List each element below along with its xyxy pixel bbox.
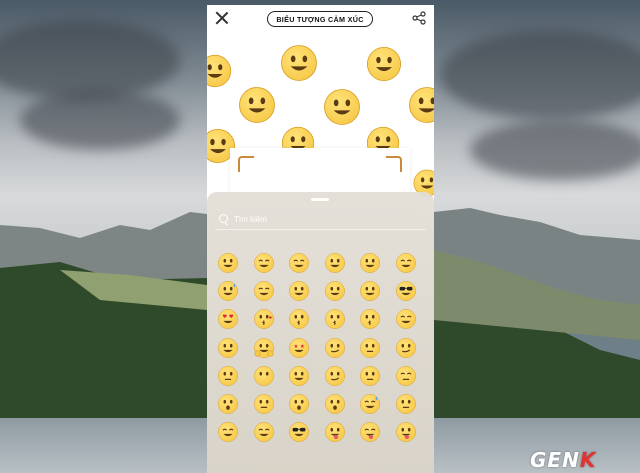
background-emoji-icon [324,89,360,125]
kissing-heart-emoji-icon[interactable] [253,308,277,332]
svg-text:★: ★ [300,343,305,350]
search-bar [215,211,426,230]
frame-corner [238,156,254,172]
kissing-face-emoji-icon[interactable] [324,308,348,332]
wink-emoji-icon[interactable] [288,280,312,304]
surprised-emoji-icon[interactable] [324,393,348,417]
tongue-wink-emoji-icon[interactable] [395,421,419,445]
watermark-logo: GENK [530,448,634,472]
sweat-smile-emoji-icon[interactable] [217,280,241,304]
disappointed-relieved-emoji-icon[interactable] [395,365,419,389]
search-icon [219,214,228,223]
astonished-emoji-icon[interactable] [288,393,312,417]
zany-face-emoji-icon[interactable] [324,252,348,276]
svg-text:★: ★ [294,343,299,350]
raised-eyebrow-emoji-icon[interactable] [395,337,419,361]
emoji-app-screen: BIỂU TƯỢNG CẢM XÚC ★★ [207,5,434,473]
hugging-emoji-icon[interactable] [253,337,277,361]
grinning-emoji-icon[interactable] [359,252,383,276]
star-struck-emoji-icon[interactable]: ★ ★ [288,337,312,361]
background-emoji-icon [409,87,434,123]
background-emoji-icon [281,45,317,81]
beaming-grin-emoji-icon[interactable] [288,252,312,276]
emoji-picker-sheet: ★★ [207,192,434,473]
background-emoji-icon [207,54,232,88]
background-emoji-icon [239,87,275,123]
frame-corner [386,156,402,172]
squint-tongue-emoji-icon[interactable] [359,421,383,445]
zipper-mouth-emoji-icon[interactable] [253,393,277,417]
slight-smile-emoji-icon[interactable] [217,337,241,361]
no-mouth-emoji-icon[interactable] [253,365,277,389]
persevere-emoji-icon[interactable] [359,365,383,389]
sleepy-sweat-emoji-icon[interactable] [359,393,383,417]
share-icon[interactable] [412,11,426,25]
smiling-eyes-emoji-icon[interactable] [395,252,419,276]
hushed-emoji-icon[interactable] [217,393,241,417]
watermark-accent: K [579,448,597,472]
relieved-sigh-emoji-icon[interactable] [253,421,277,445]
drag-handle[interactable] [311,198,329,201]
grinning-emoji-icon[interactable] [217,252,241,276]
search-input[interactable] [234,212,414,226]
laughing-emoji-icon[interactable] [253,280,277,304]
background-emoji-icon [366,46,402,82]
tongue-emoji-icon[interactable] [324,421,348,445]
smirk-emoji-icon[interactable] [324,365,348,389]
sunglasses-emoji-icon[interactable] [395,280,419,304]
relieved-emoji-icon[interactable] [395,308,419,332]
rolling-eyes-emoji-icon[interactable] [288,365,312,389]
emoji-grid: ★ ★ [217,252,427,472]
weary-emoji-icon[interactable] [395,393,419,417]
close-icon[interactable] [215,11,229,25]
nerd-emoji-icon[interactable] [288,421,312,445]
kissing-emoji-icon[interactable] [288,308,312,332]
blush-emoji-icon[interactable] [324,280,348,304]
kissing-closed-eyes-emoji-icon[interactable] [359,308,383,332]
smiling-eyes-emoji-icon[interactable] [253,252,277,276]
page-title: BIỂU TƯỢNG CẢM XÚC [267,11,373,27]
sleeping-emoji-icon[interactable] [217,421,241,445]
neutral-emoji-icon[interactable] [359,337,383,361]
watermark-text: GEN [530,448,580,472]
savoring-emoji-icon[interactable] [359,280,383,304]
heart-eyes-emoji-icon[interactable] [217,308,241,332]
expressionless-emoji-icon[interactable] [217,365,241,389]
thinking-emoji-icon[interactable] [324,337,348,361]
top-bar: BIỂU TƯỢNG CẢM XÚC [207,5,434,35]
